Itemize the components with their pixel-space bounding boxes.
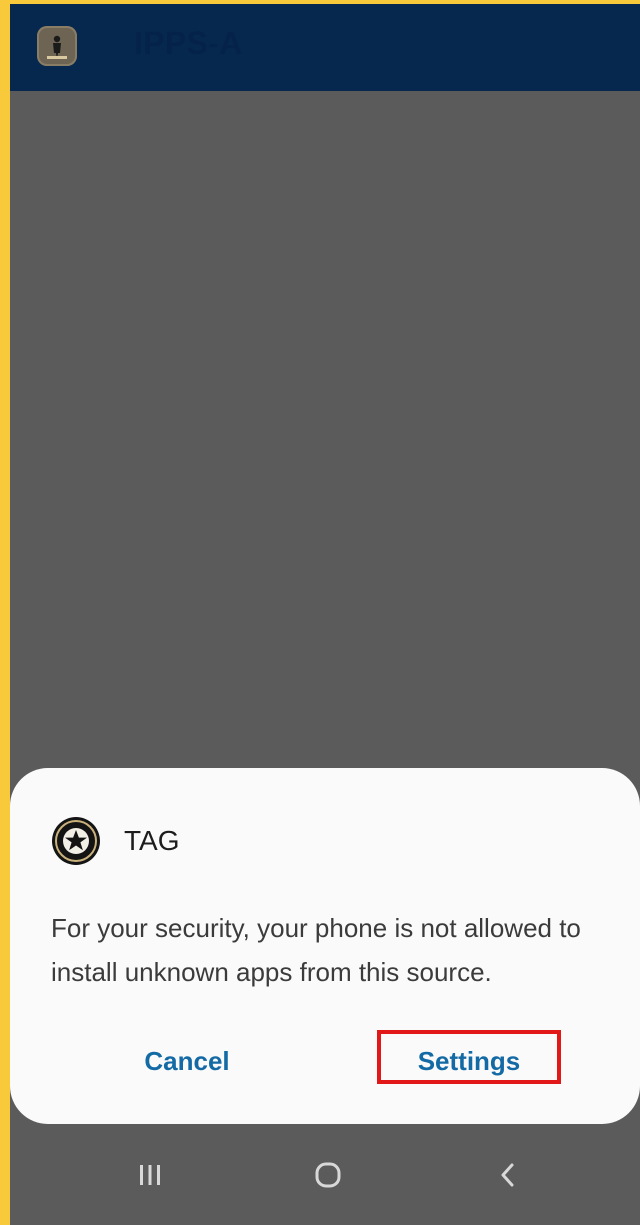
ipps-a-logo-icon	[37, 26, 77, 66]
home-icon[interactable]	[288, 1124, 368, 1225]
recent-apps-icon[interactable]	[110, 1124, 190, 1225]
app-title: IPPS-A	[134, 25, 243, 61]
dialog-message: For your security, your phone is not all…	[51, 913, 581, 987]
navigation-bar	[10, 1124, 640, 1225]
army-star-icon	[51, 816, 101, 866]
dialog-title: TAG	[124, 825, 180, 856]
back-icon[interactable]	[468, 1124, 548, 1225]
unknown-apps-dialog: TAG For your security, your phone is not…	[10, 768, 640, 1124]
cancel-button[interactable]: Cancel	[112, 1041, 262, 1081]
phone-screen: IPPS-A TAG For your security, your phone…	[10, 4, 640, 1225]
settings-button[interactable]: Settings	[377, 1030, 561, 1084]
app-bar: IPPS-A	[10, 4, 640, 91]
